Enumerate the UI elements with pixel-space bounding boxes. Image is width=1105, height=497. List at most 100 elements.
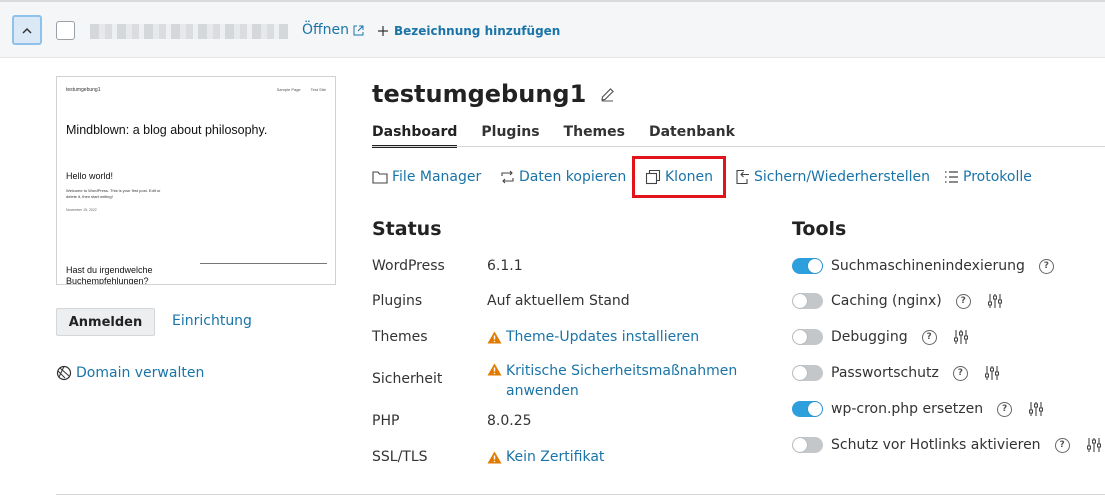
login-button[interactable]: Anmelden xyxy=(56,308,155,336)
logs-label: Protokolle xyxy=(963,169,1032,185)
settings-sliders-icon[interactable] xyxy=(953,329,969,345)
status-value-themes[interactable]: Theme-Updates installieren xyxy=(487,329,699,345)
settings-sliders-icon[interactable] xyxy=(1086,437,1102,453)
collapse-button[interactable] xyxy=(12,15,42,45)
preview-divider xyxy=(200,263,327,264)
blurred-url xyxy=(90,24,288,39)
toggle-knob xyxy=(793,294,807,308)
security-measures-link[interactable]: Kritische Sicherheitsmaßnahmen anwenden xyxy=(506,361,747,401)
tool-hotlink-protection: Schutz vor Hotlinks aktivieren ? xyxy=(792,437,1102,453)
tool-label: Caching (nginx) xyxy=(831,293,942,309)
wp-cron-toggle[interactable] xyxy=(792,401,823,417)
preview-nav: Sample Page Test Site xyxy=(277,87,326,92)
preview-post-excerpt: Welcome to WordPress. This is your first… xyxy=(66,188,161,199)
tabs-divider xyxy=(372,146,1105,147)
help-icon[interactable]: ? xyxy=(921,329,937,345)
tab-plugins[interactable]: Plugins xyxy=(481,124,539,148)
status-value-security[interactable]: Kritische Sicherheitsmaßnahmen anwenden xyxy=(487,361,747,401)
file-manager-button[interactable]: File Manager xyxy=(372,169,481,185)
preview-nav-item: Test Site xyxy=(310,87,326,92)
toggle-knob xyxy=(793,330,807,344)
toggle-knob xyxy=(808,259,822,273)
warning-icon xyxy=(487,331,502,344)
list-icon xyxy=(945,171,958,183)
header-bar: Öffnen Bezeichnung hinzufügen xyxy=(0,0,1105,58)
debugging-toggle[interactable] xyxy=(792,329,823,345)
tab-dashboard[interactable]: Dashboard xyxy=(372,124,458,148)
toggle-knob xyxy=(808,402,822,416)
logs-button[interactable]: Protokolle xyxy=(944,169,1032,185)
add-label-button[interactable]: Bezeichnung hinzufügen xyxy=(378,24,560,38)
tool-label: Suchmaschinenindexierung xyxy=(831,258,1025,274)
globe-icon xyxy=(56,365,72,381)
preview-post-title: Hello world! xyxy=(66,171,114,181)
help-icon[interactable]: ? xyxy=(952,365,968,381)
copy-data-button[interactable]: Daten kopieren xyxy=(500,169,626,185)
toggle-knob xyxy=(793,438,807,452)
backup-restore-button[interactable]: Sichern/Wiederherstellen xyxy=(735,169,930,185)
preview-site-name: testumgebung1 xyxy=(66,87,101,93)
tool-debugging: Debugging ? xyxy=(792,329,969,345)
warning-icon xyxy=(487,363,502,376)
open-link[interactable]: Öffnen xyxy=(302,22,364,38)
settings-sliders-icon[interactable] xyxy=(1028,401,1044,417)
tab-themes[interactable]: Themes xyxy=(564,124,625,148)
open-link-label: Öffnen xyxy=(302,22,350,38)
preview-headline: Mindblown: a blog about philosophy. xyxy=(66,123,268,137)
preview-post-date: November 15, 2022 xyxy=(66,208,97,212)
plus-icon xyxy=(378,26,388,36)
backup-icon xyxy=(736,169,749,185)
sync-icon xyxy=(501,170,514,184)
status-label-plugins: Plugins xyxy=(372,293,423,309)
settings-sliders-icon[interactable] xyxy=(987,293,1003,309)
external-link-icon xyxy=(353,25,364,35)
tab-database[interactable]: Datenbank xyxy=(649,124,735,148)
setup-link[interactable]: Einrichtung xyxy=(172,313,252,329)
tool-wp-cron: wp-cron.php ersetzen ? xyxy=(792,401,1044,417)
status-value-wordpress: 6.1.1 xyxy=(487,258,523,274)
bottom-divider xyxy=(56,494,1105,495)
select-checkbox[interactable] xyxy=(56,21,75,40)
caching-toggle[interactable] xyxy=(792,293,823,309)
backup-restore-label: Sichern/Wiederherstellen xyxy=(754,169,931,185)
status-label-themes: Themes xyxy=(372,329,428,345)
tool-label: Schutz vor Hotlinks aktivieren xyxy=(831,437,1041,453)
add-label-text: Bezeichnung hinzufügen xyxy=(394,24,561,38)
help-icon[interactable]: ? xyxy=(1054,437,1070,453)
tools-heading: Tools xyxy=(792,218,847,240)
copy-data-label: Daten kopieren xyxy=(519,169,627,185)
toggle-knob xyxy=(793,366,807,380)
status-value-php: 8.0.25 xyxy=(487,413,532,429)
manage-domain-label: Domain verwalten xyxy=(76,365,205,381)
clone-highlight xyxy=(632,156,726,198)
status-label-php: PHP xyxy=(372,413,400,429)
tool-caching: Caching (nginx) ? xyxy=(792,293,1003,309)
tool-password-protection: Passwortschutz ? xyxy=(792,365,1000,381)
chevron-up-icon xyxy=(22,27,32,34)
status-label-wordpress: WordPress xyxy=(372,258,445,274)
password-protection-toggle[interactable] xyxy=(792,365,823,381)
folder-icon xyxy=(372,171,388,184)
tool-label: wp-cron.php ersetzen xyxy=(831,401,984,417)
status-label-ssl: SSL/TLS xyxy=(372,449,428,465)
search-indexing-toggle[interactable] xyxy=(792,258,823,274)
instance-title-row: testumgebung1 xyxy=(372,80,615,108)
no-certificate-link[interactable]: Kein Zertifikat xyxy=(506,449,604,465)
status-label-security: Sicherheit xyxy=(372,371,443,387)
theme-updates-link[interactable]: Theme-Updates installieren xyxy=(506,329,699,345)
page-title: testumgebung1 xyxy=(372,80,587,108)
tool-search-indexing: Suchmaschinenindexierung ? xyxy=(792,258,1054,274)
help-icon[interactable]: ? xyxy=(955,293,971,309)
tool-label: Debugging xyxy=(831,329,908,345)
hotlink-protection-toggle[interactable] xyxy=(792,437,823,453)
preview-question: Hast du irgendwelche Buchempfehlungen? xyxy=(66,265,153,285)
help-icon[interactable]: ? xyxy=(997,401,1013,417)
status-heading: Status xyxy=(372,218,442,240)
help-icon[interactable]: ? xyxy=(1038,258,1054,274)
settings-sliders-icon[interactable] xyxy=(984,365,1000,381)
preview-nav-item: Sample Page xyxy=(276,87,301,92)
pencil-icon[interactable] xyxy=(600,87,615,102)
status-value-ssl[interactable]: Kein Zertifikat xyxy=(487,449,604,465)
site-preview[interactable]: testumgebung1 Sample Page Test Site Mind… xyxy=(56,76,336,285)
manage-domain-link[interactable]: Domain verwalten xyxy=(56,365,204,381)
